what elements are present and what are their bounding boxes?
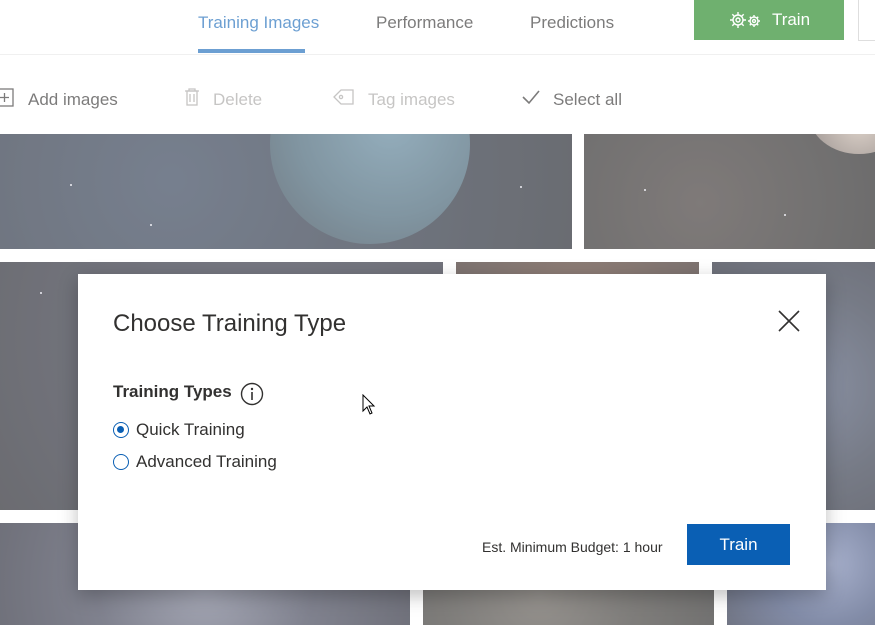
close-icon bbox=[776, 310, 802, 338]
dialog-title: Choose Training Type bbox=[113, 310, 347, 337]
training-type-dialog: Choose Training Type Training Types Quic… bbox=[78, 274, 826, 590]
info-icon[interactable] bbox=[240, 382, 263, 406]
training-types-label: Training Types bbox=[113, 382, 232, 401]
budget-estimate: Est. Minimum Budget: 1 hour bbox=[482, 539, 663, 555]
advanced-training-label: Advanced Training bbox=[136, 452, 277, 471]
page: Training Images Performance Predictions … bbox=[0, 0, 875, 625]
quick-training-label: Quick Training bbox=[136, 420, 245, 439]
radio-button[interactable] bbox=[113, 454, 129, 470]
radio-button[interactable] bbox=[113, 422, 129, 438]
training-types-heading: Training Types bbox=[113, 382, 263, 406]
quick-training-option[interactable]: Quick Training bbox=[113, 420, 245, 440]
train-button[interactable]: Train bbox=[687, 524, 790, 565]
advanced-training-option[interactable]: Advanced Training bbox=[113, 452, 277, 472]
close-button[interactable] bbox=[776, 308, 802, 334]
mouse-cursor-icon bbox=[362, 393, 376, 416]
